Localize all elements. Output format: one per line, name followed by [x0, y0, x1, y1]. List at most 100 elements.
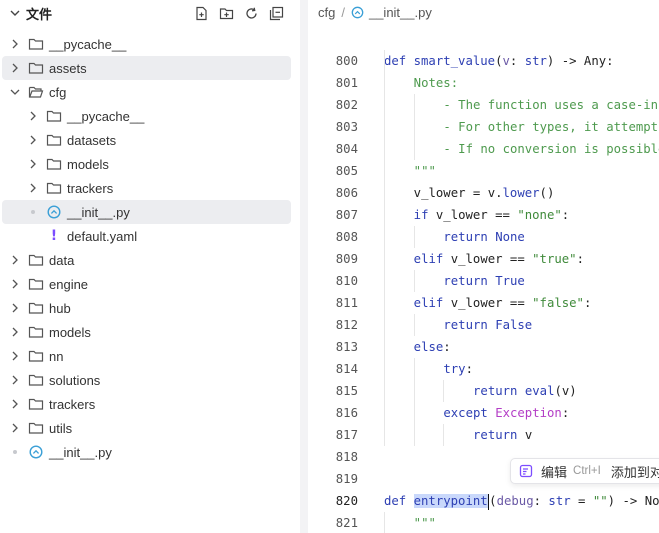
code-line[interactable]: 821 """: [308, 512, 659, 533]
tree-folder[interactable]: cfg: [2, 80, 291, 104]
chevron-right-icon[interactable]: [8, 373, 22, 387]
chevron-right-icon[interactable]: [26, 133, 40, 147]
indent-guide: [384, 292, 385, 314]
chevron-right-icon[interactable]: [8, 253, 22, 267]
folder-icon: [28, 300, 44, 316]
python-file-icon: [28, 444, 44, 460]
folder-icon: [46, 156, 62, 172]
indent-guide: [384, 270, 385, 292]
tree-item-label: __init__.py: [67, 204, 130, 220]
code-token: :: [576, 252, 584, 266]
explorer-actions: [193, 5, 284, 21]
chevron-right-icon[interactable]: [26, 157, 40, 171]
indent-guide: [384, 248, 385, 270]
chevron-down-icon[interactable]: [8, 85, 22, 99]
tree-item-label: default.yaml: [67, 228, 138, 244]
tree-file[interactable]: ! default.yaml: [2, 224, 291, 248]
chevron-down-icon[interactable]: [8, 6, 22, 20]
tree-folder[interactable]: data: [2, 248, 291, 272]
chevron-right-icon[interactable]: [8, 397, 22, 411]
chevron-right-icon[interactable]: [26, 181, 40, 195]
tree-folder[interactable]: solutions: [2, 368, 291, 392]
line-number: 801: [335, 76, 358, 90]
code-line[interactable]: 803 - For other types, it attempts to use…: [308, 116, 659, 138]
tree-folder[interactable]: engine: [2, 272, 291, 296]
tree-folder[interactable]: trackers: [2, 392, 291, 416]
code-line[interactable]: 801 Notes:: [308, 72, 659, 94]
tree-folder[interactable]: nn: [2, 344, 291, 368]
tree-folder[interactable]: utils: [2, 416, 291, 440]
sticky-scroll-header[interactable]: def smart_value(v: str) -> Any:: [308, 28, 659, 68]
code-token: "false": [532, 296, 584, 310]
tree-indent-dot: [8, 445, 22, 459]
code-line[interactable]: 807 if v_lower == "none":: [308, 204, 659, 226]
chevron-right-icon[interactable]: [8, 301, 22, 315]
code-line[interactable]: 806 v_lower = v.lower(): [308, 182, 659, 204]
file-tree: __pycache__ assets cfg __pycache__ datasets m…: [0, 32, 298, 464]
hint-add-to-chat[interactable]: 添加到对话: [611, 462, 659, 481]
inline-edit-hint[interactable]: 编辑 Ctrl+I 添加到对话: [510, 458, 659, 484]
chevron-right-icon[interactable]: [8, 349, 22, 363]
code-line[interactable]: 811 elif v_lower == "false":: [308, 292, 659, 314]
python-file-icon: [46, 204, 62, 220]
tree-folder[interactable]: datasets: [2, 128, 291, 152]
code-token: v_lower ==: [450, 296, 533, 310]
pane-divider[interactable]: [300, 0, 308, 533]
chevron-right-icon[interactable]: [26, 109, 40, 123]
code-line[interactable]: 820 def entrypoint (debug: str = "") -> No…: [308, 490, 659, 512]
code-line[interactable]: 805 """: [308, 160, 659, 182]
new-folder-icon[interactable]: [218, 5, 234, 21]
line-number: 811: [335, 296, 358, 310]
tree-folder[interactable]: assets: [2, 56, 291, 80]
code-editor[interactable]: cfg / __init__.py def smart_value(v: str…: [308, 0, 659, 533]
chevron-right-icon[interactable]: [8, 277, 22, 291]
folder-icon: [28, 276, 44, 292]
chevron-right-icon[interactable]: [8, 325, 22, 339]
code-token: elif: [413, 252, 451, 266]
indent-guide: [413, 314, 415, 336]
folder-icon: [28, 348, 44, 364]
code-line[interactable]: 802 - The function uses a case-insensitiv…: [308, 94, 659, 116]
line-number: 816: [335, 406, 358, 420]
indent-guide: [443, 424, 445, 446]
breadcrumb-file[interactable]: __init__.py: [369, 5, 432, 20]
code-token: str: [548, 494, 571, 508]
tree-folder[interactable]: models: [2, 320, 291, 344]
tree-item-label: __pycache__: [49, 36, 127, 52]
tree-folder[interactable]: __pycache__: [2, 104, 291, 128]
indent-guide: [384, 512, 385, 533]
line-number: 812: [335, 318, 358, 332]
breadcrumb-folder[interactable]: cfg: [318, 5, 335, 20]
code-line[interactable]: 808 return None: [308, 226, 659, 248]
code-token: :: [561, 406, 570, 420]
code-line[interactable]: 817 return v: [308, 424, 659, 446]
tree-file[interactable]: __init__.py: [2, 440, 291, 464]
chevron-right-icon[interactable]: [8, 37, 22, 51]
code-line[interactable]: 804 - If no conversion is possible, retur…: [308, 138, 659, 160]
tree-folder[interactable]: models: [2, 152, 291, 176]
tree-file[interactable]: __init__.py: [2, 200, 291, 224]
code-line[interactable]: 814 try:: [308, 358, 659, 380]
code-line[interactable]: 800: [308, 50, 659, 72]
tree-folder[interactable]: hub: [2, 296, 291, 320]
code-line[interactable]: 816 except Exception:: [308, 402, 659, 424]
code-text: else:: [414, 336, 451, 358]
new-file-icon[interactable]: [193, 5, 209, 21]
folder-icon: [28, 396, 44, 412]
chevron-right-icon[interactable]: [8, 421, 22, 435]
tree-item-label: data: [49, 252, 75, 268]
code-line[interactable]: 810 return True: [308, 270, 659, 292]
tree-folder[interactable]: trackers: [2, 176, 291, 200]
code-token: - For other types, it attempts to use ev…: [443, 120, 659, 134]
chevron-right-icon[interactable]: [8, 61, 22, 75]
code-line[interactable]: 815 return eval(v): [308, 380, 659, 402]
refresh-icon[interactable]: [243, 5, 259, 21]
hint-edit-label[interactable]: 编辑: [541, 462, 567, 481]
code-token: (: [489, 494, 497, 508]
tree-folder[interactable]: __pycache__: [2, 32, 291, 56]
collapse-all-icon[interactable]: [268, 5, 284, 21]
code-line[interactable]: 813 else:: [308, 336, 659, 358]
code-line[interactable]: 812 return False: [308, 314, 659, 336]
code-token: return: [443, 318, 496, 332]
code-line[interactable]: 809 elif v_lower == "true":: [308, 248, 659, 270]
